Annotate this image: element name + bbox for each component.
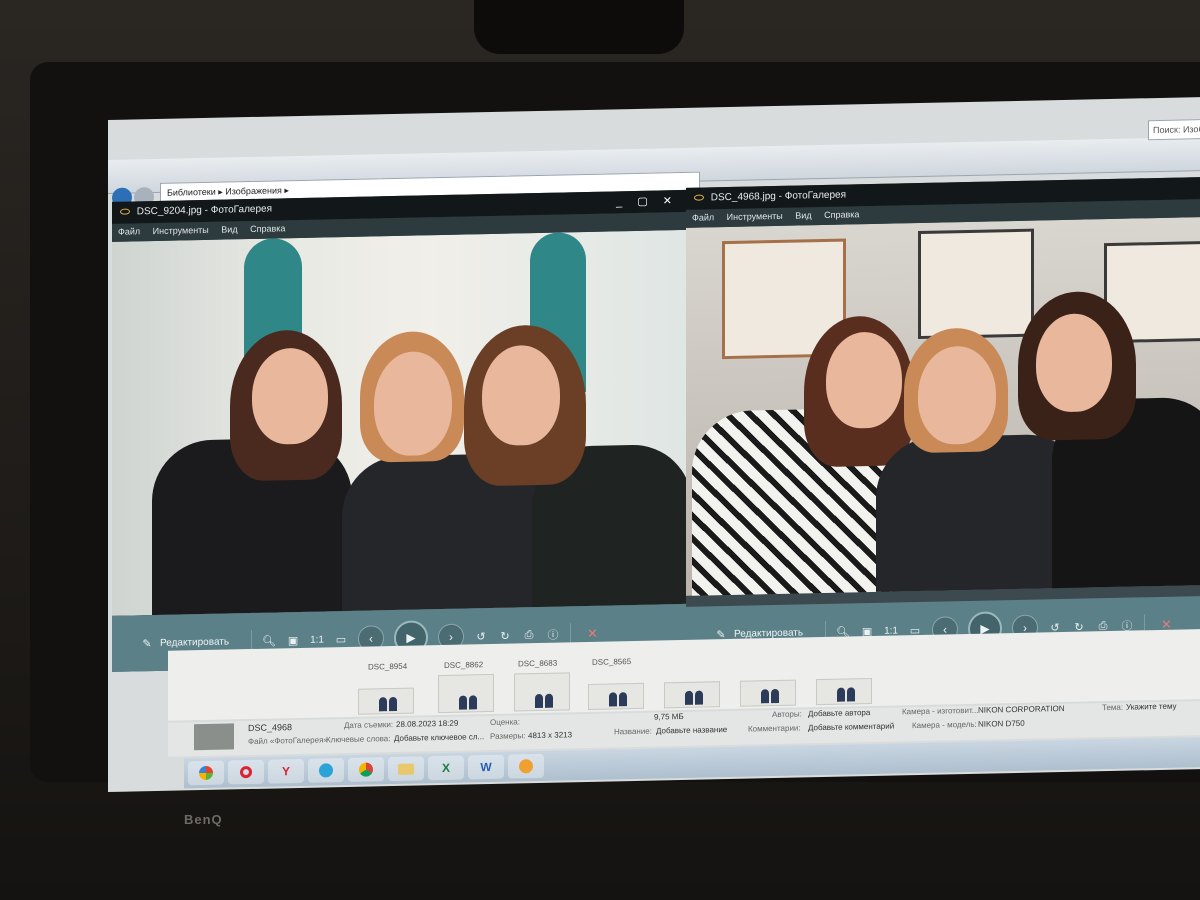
zoom-1to1-button[interactable]: 1:1 [310, 634, 324, 645]
monitor-brand: BenQ [184, 812, 223, 827]
window-title: DSC_4968.jpg - ФотоГалерея [710, 189, 847, 204]
fit-screen-icon[interactable]: ▣ [286, 633, 300, 647]
menu-tools[interactable]: Инструменты [153, 225, 209, 236]
start-icon[interactable] [188, 760, 224, 786]
window-controls[interactable]: _ ▢ ✕ [616, 194, 678, 208]
zoom-icon[interactable]: 🔍︎ [262, 633, 276, 647]
gallery-icon[interactable] [508, 753, 544, 779]
details-filename: DSC_4968 [248, 722, 293, 734]
rotate-left-icon[interactable]: ↺ [474, 629, 488, 643]
photo-scene: BenQ Поиск: Изображе Библиотеки ▸ Изобра… [0, 0, 1200, 900]
edit-button[interactable]: ✎ Редактировать [140, 634, 229, 650]
word-icon[interactable]: W [468, 754, 504, 780]
details-thumbnail [194, 723, 234, 751]
menu-view[interactable]: Вид [795, 210, 811, 220]
title-field[interactable]: Добавьте название [656, 725, 727, 735]
viewer-window-left: DSC_9204.jpg - ФотоГалерея _ ▢ ✕ Файл Ин… [112, 189, 686, 672]
photo-left [112, 229, 686, 616]
thumbnail[interactable] [438, 673, 494, 714]
pencil-icon: ✎ [142, 637, 152, 650]
thumbnail[interactable] [514, 672, 570, 712]
window-title: DSC_9204.jpg - ФотоГалерея [136, 203, 273, 218]
yandex-icon[interactable]: Y [268, 758, 304, 784]
webcam [474, 0, 684, 54]
thumb-label: DSC_8954 [368, 661, 408, 672]
details-filetype: Файл «ФотоГалерея» [248, 735, 328, 747]
menu-view[interactable]: Вид [221, 224, 237, 234]
thumb-label: DSC_8683 [518, 658, 558, 669]
excel-icon[interactable]: X [428, 755, 464, 781]
photo-right [686, 216, 1200, 596]
date-field: 28.08.2023 18:29 [396, 718, 459, 729]
gallery-eye-icon [120, 208, 130, 216]
menu-help[interactable]: Справка [250, 223, 285, 234]
thumbnail[interactable] [740, 679, 796, 707]
print-icon[interactable]: ⎙ [522, 628, 536, 642]
monitor-bezel: BenQ Поиск: Изображе Библиотеки ▸ Изобра… [30, 62, 1200, 827]
thumbnail[interactable] [664, 681, 720, 709]
menu-help[interactable]: Справка [824, 209, 859, 220]
subject-field[interactable]: Укажите тему [1126, 702, 1177, 712]
thumbnail[interactable] [358, 687, 414, 715]
viewer-window-right: DSC_4968.jpg - ФотоГалерея Файл Инструме… [686, 176, 1200, 663]
thumbnail[interactable] [588, 682, 644, 710]
thumb-label: DSC_8862 [444, 660, 484, 670]
explorer-icon[interactable] [388, 756, 424, 782]
folder-icon[interactable]: ▭ [334, 632, 348, 646]
keywords-field[interactable]: Добавьте ключевое сл... [394, 732, 484, 743]
telegram-icon[interactable] [308, 758, 344, 783]
gallery-eye-icon [694, 194, 704, 202]
comments-field[interactable]: Добавьте комментарий [808, 722, 894, 733]
author-field[interactable]: Добавьте автора [808, 708, 870, 718]
delete-icon[interactable]: ✕ [587, 626, 598, 642]
info-icon[interactable]: ⓘ [546, 628, 560, 642]
explorer-search-input[interactable]: Поиск: Изображе [1148, 118, 1200, 141]
menu-tools[interactable]: Инструменты [727, 211, 783, 222]
chrome-icon[interactable] [348, 757, 384, 782]
opera-icon[interactable] [228, 759, 264, 785]
rotate-right-icon[interactable]: ↻ [498, 629, 512, 643]
thumbnail[interactable] [816, 677, 872, 706]
menu-file[interactable]: Файл [118, 226, 140, 236]
thumb-label: DSC_8565 [592, 657, 632, 667]
screen: Поиск: Изображе Библиотеки ▸ Изображения… [108, 96, 1200, 793]
menu-file[interactable]: Файл [692, 212, 714, 222]
